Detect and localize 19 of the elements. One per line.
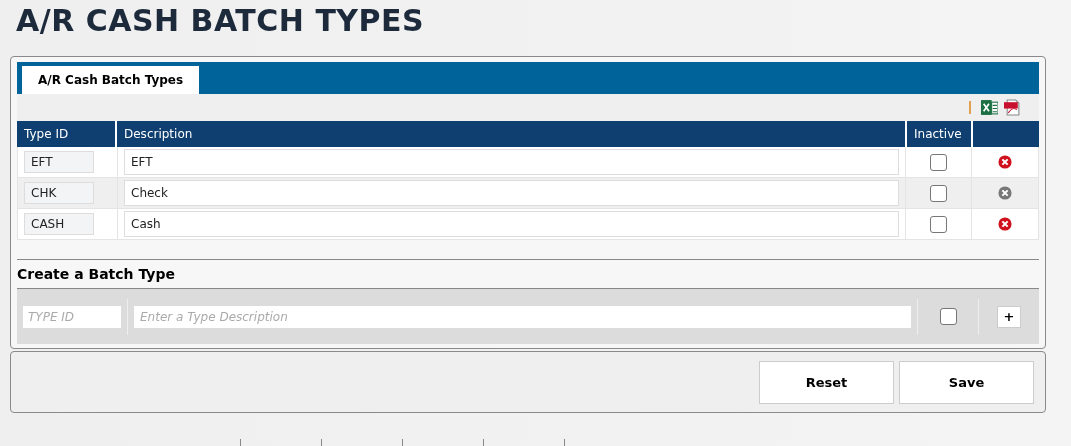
excel-icon[interactable] [981, 99, 998, 116]
description-input[interactable]: Enter a Type Description [134, 305, 911, 328]
add-button[interactable]: + [997, 305, 1021, 328]
description-field[interactable]: EFT [124, 149, 899, 175]
delete-icon[interactable] [998, 186, 1012, 200]
reset-button[interactable]: Reset [759, 360, 894, 404]
description-field[interactable]: Cash [124, 211, 899, 237]
type-id-input[interactable]: TYPE ID [23, 305, 121, 328]
page-title: A/R CASH BATCH TYPES [15, 2, 426, 40]
pdf-icon[interactable] [1004, 99, 1021, 116]
tab[interactable]: A/R Cash Batch Types [22, 66, 200, 94]
save-button[interactable]: Save [899, 360, 1034, 404]
description-field[interactable]: Check [124, 180, 899, 206]
type-id-field: EFT [24, 151, 94, 173]
delete-icon[interactable] [998, 155, 1012, 169]
delete-icon[interactable] [998, 217, 1012, 231]
type-id-field: CASH [24, 213, 94, 235]
section-title: Create a Batch Type [17, 265, 176, 284]
type-id-field: CHK [24, 182, 94, 204]
